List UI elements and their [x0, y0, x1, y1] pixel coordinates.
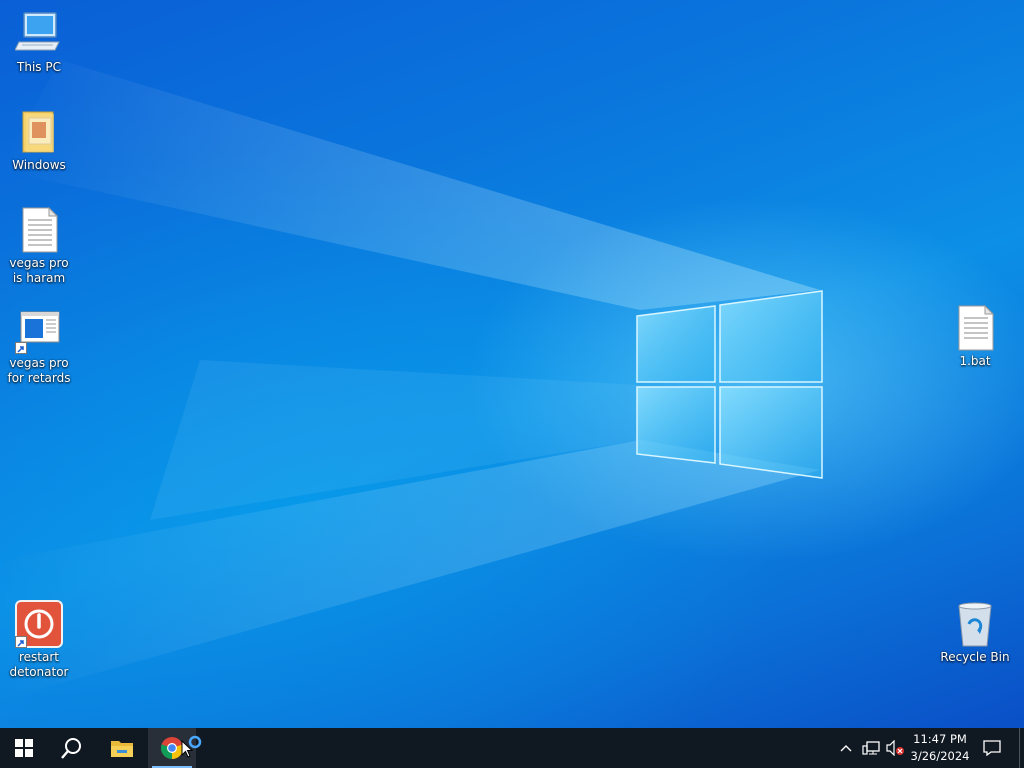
shortcut-arrow-icon [15, 636, 27, 648]
wallpaper-beams [0, 60, 820, 700]
clock-time: 11:47 PM [913, 732, 967, 746]
show-desktop-button[interactable] [1019, 728, 1024, 768]
folder-icon [15, 108, 63, 156]
folder-icon [111, 741, 133, 757]
tray-overflow-button[interactable] [836, 728, 856, 768]
mouse-cursor-icon [181, 740, 193, 758]
desktop-icon-label: This PC [17, 60, 61, 74]
desktop-icon-label: Recycle Bin [940, 650, 1010, 664]
shortcut-arrow-icon [15, 342, 27, 354]
app-shortcut-icon [15, 306, 63, 354]
desktop-icon-label: 1.bat [959, 354, 991, 368]
desktop-icon-recycle-bin[interactable]: Recycle Bin [937, 600, 1013, 665]
desktop-icon-label: vegas pro is haram [9, 256, 69, 285]
action-center-button[interactable] [978, 728, 1006, 768]
search-icon [61, 738, 81, 759]
start-button[interactable] [0, 728, 48, 768]
desktop-icon-windows-folder[interactable]: Windows [1, 108, 77, 173]
network-icon [862, 741, 880, 755]
recycle-bin-icon [951, 600, 999, 648]
clock-date: 3/26/2024 [910, 749, 970, 763]
desktop-icon-label: Windows [12, 158, 66, 172]
batch-file-icon [951, 304, 999, 352]
windows-start-icon [15, 739, 33, 757]
taskbar-clock[interactable]: 11:47 PM 3/26/2024 [904, 728, 976, 768]
notification-icon [983, 740, 1001, 756]
search-button[interactable] [48, 728, 96, 768]
tray-network-button[interactable] [860, 728, 882, 768]
desktop-icon-vegas-pro-is-haram[interactable]: vegas pro is haram [1, 206, 77, 286]
chevron-up-icon [840, 745, 852, 752]
volume-muted-icon [886, 740, 904, 756]
desktop-icon-vegas-pro-for-retards[interactable]: vegas pro for retards [1, 306, 77, 386]
power-icon [15, 600, 63, 648]
tray-volume-button[interactable] [884, 728, 906, 768]
computer-icon [14, 10, 63, 58]
desktop-icon-label: restart detonator [9, 650, 69, 679]
desktop[interactable]: This PC Windows vegas pro is haram vegas… [0, 0, 1024, 728]
desktop-icon-1-bat[interactable]: 1.bat [937, 304, 1013, 369]
taskbar-app-file-explorer[interactable] [98, 728, 146, 768]
windows-logo-wallpaper [636, 290, 823, 479]
desktop-icon-restart-detonator[interactable]: restart detonator [1, 600, 77, 680]
desktop-icon-this-pc[interactable]: This PC [1, 10, 77, 75]
taskbar: 11:47 PM 3/26/2024 [0, 728, 1024, 768]
text-document-icon [15, 206, 63, 254]
desktop-icon-label: vegas pro for retards [7, 356, 71, 385]
